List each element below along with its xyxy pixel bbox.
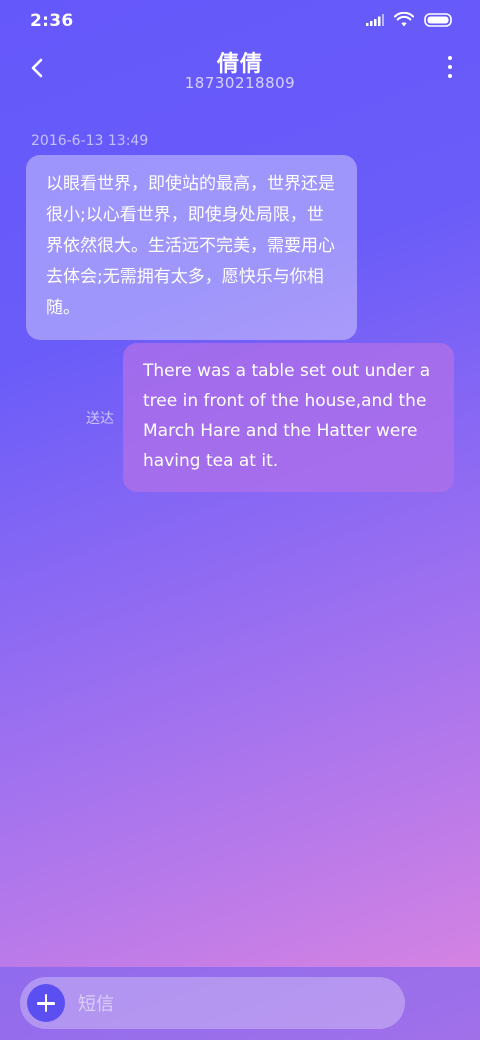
incoming-message-bubble[interactable]: 以眼看世界，即使站的最高，世界还是很小;以心看世界，即使身处局限，世界依然很大。… (26, 155, 357, 340)
message-timestamp: 2016-6-13 13:49 (31, 133, 149, 149)
add-attachment-button[interactable] (27, 984, 65, 1022)
outgoing-message-bubble[interactable]: There was a table set out under a tree i… (123, 343, 454, 492)
signal-icon (366, 13, 384, 26)
sms-input[interactable] (76, 977, 400, 1031)
contact-number: 18730218809 (184, 74, 296, 92)
delivery-status: 送达 (86, 411, 114, 427)
wifi-icon (394, 12, 414, 27)
more-options-button[interactable] (444, 56, 456, 82)
battery-icon (424, 12, 452, 27)
composer-bar (0, 967, 480, 1040)
conversation-header: 倩倩 18730218809 (0, 40, 480, 100)
composer-pill (20, 977, 405, 1031)
status-icons (366, 12, 454, 27)
more-vertical-icon (448, 56, 452, 60)
status-time: 2:36 (30, 11, 74, 31)
status-bar: 2:36 (0, 0, 480, 40)
